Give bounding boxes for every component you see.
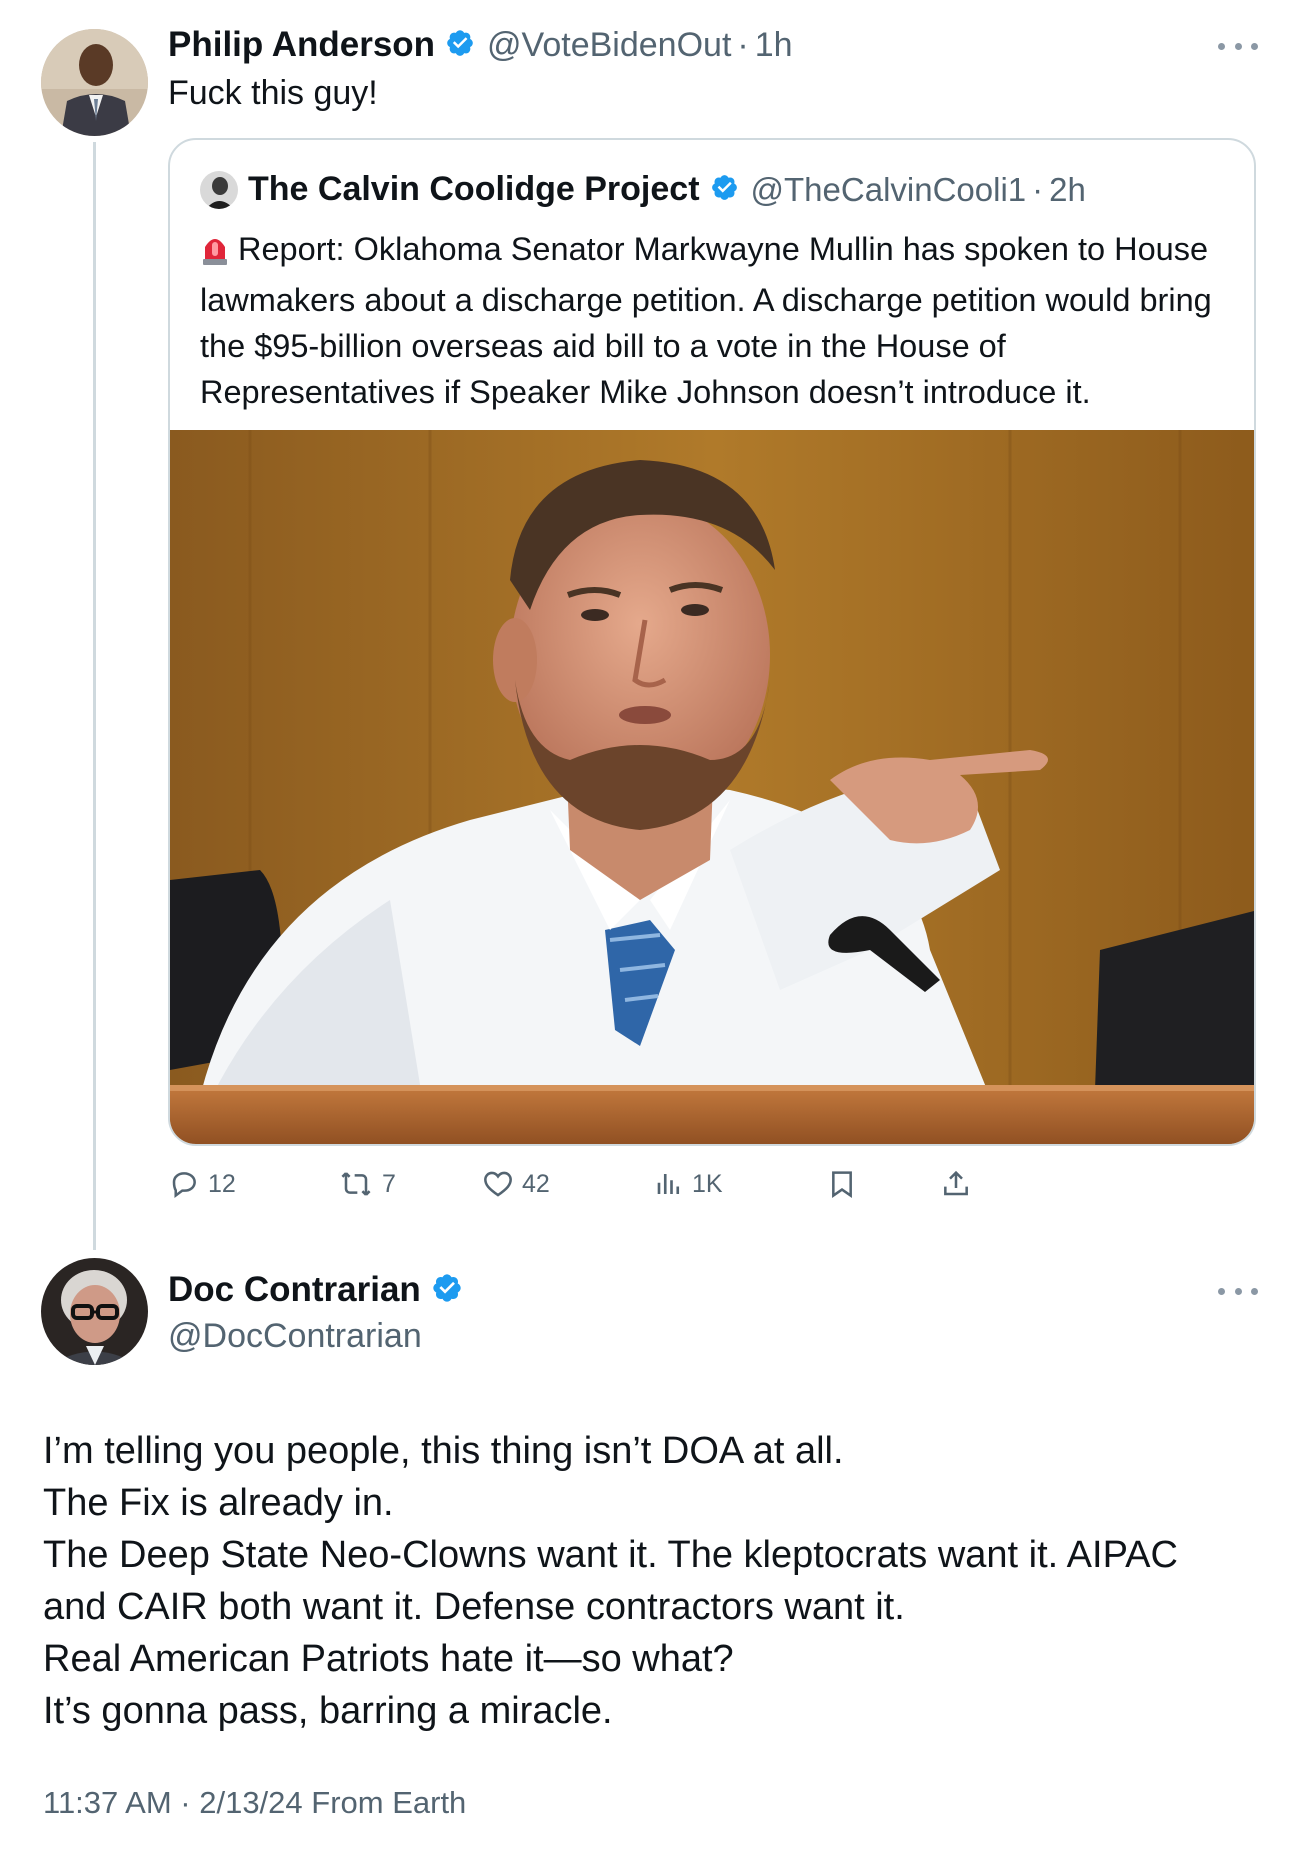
reply-text: Fuck this guy! (168, 74, 378, 112)
main-tweet-text: I’m telling you people, this thing isn’t… (43, 1425, 1243, 1737)
main-text-line: and CAIR both want it. Defense contracto… (43, 1586, 905, 1628)
quote-time[interactable]: 2h (1049, 171, 1086, 209)
separator-dot: · (1032, 170, 1044, 208)
like-button[interactable]: 42 (482, 1162, 550, 1206)
share-icon (944, 1170, 968, 1196)
reply-count: 12 (208, 1169, 236, 1198)
senator-photo[interactable] (170, 430, 1254, 1144)
verified-badge-icon (431, 1272, 463, 1309)
quote-text: Report: Oklahoma Senator Markwayne Mulli… (200, 231, 1212, 410)
bookmark-icon (832, 1171, 852, 1199)
main-author-handle[interactable]: @DocContrarian (168, 1317, 422, 1356)
reply-author-name[interactable]: Philip Anderson (168, 25, 435, 65)
bookmark-button[interactable] (826, 1162, 866, 1206)
reply-button[interactable]: 12 (168, 1162, 236, 1206)
tweet-action-bar: 12 7 42 1K (168, 1162, 1168, 1206)
views-button[interactable]: 1K (654, 1162, 723, 1206)
main-header: Doc Contrarian (168, 1267, 475, 1313)
repost-count: 7 (382, 1169, 396, 1198)
views-icon (657, 1174, 680, 1194)
like-count: 42 (522, 1169, 550, 1198)
main-text-line: I’m telling you people, this thing isn’t… (43, 1430, 844, 1472)
main-author-name[interactable]: Doc Contrarian (168, 1270, 421, 1310)
reply-time[interactable]: 1h (755, 26, 793, 65)
verified-badge-icon (445, 28, 475, 63)
share-button[interactable] (940, 1162, 980, 1206)
tweet-thread: Philip Anderson @VoteBidenOut · 1h Fuck … (0, 0, 1301, 1853)
quote-header: The Calvin Coolidge Project @TheCalvinCo… (200, 170, 1086, 209)
heart-icon (484, 1171, 512, 1197)
main-handle-row: @DocContrarian (168, 1314, 422, 1358)
more-icon[interactable] (1218, 36, 1258, 56)
reply-header: Philip Anderson @VoteBidenOut · 1h (168, 22, 793, 68)
main-text-line: The Fix is already in. (43, 1482, 394, 1524)
main-text-line: The Deep State Neo-Clowns want it. The k… (43, 1534, 1178, 1576)
quote-author-avatar[interactable] (200, 170, 238, 209)
reply-author-handle[interactable]: @VoteBidenOut (487, 26, 731, 65)
more-icon[interactable] (1218, 1281, 1258, 1301)
main-text-line: Real American Patriots hate it—so what? (43, 1638, 734, 1680)
repost-button[interactable]: 7 (338, 1162, 396, 1206)
separator-dot: · (737, 25, 749, 64)
main-author-avatar[interactable] (41, 1258, 148, 1365)
quote-text-block: Report: Oklahoma Senator Markwayne Mulli… (200, 226, 1230, 415)
tweet-timestamp[interactable]: 11:37 AM · 2/13/24 From Earth (43, 1785, 466, 1821)
views-count: 1K (692, 1169, 723, 1198)
main-text-line: It’s gonna pass, barring a miracle. (43, 1690, 613, 1732)
repost-icon (341, 1172, 371, 1196)
reply-author-avatar[interactable] (41, 29, 148, 136)
verified-badge-icon (710, 173, 739, 207)
siren-emoji-icon (200, 231, 230, 277)
quote-author-handle[interactable]: @TheCalvinCooli1 (751, 171, 1027, 209)
reply-icon (172, 1172, 196, 1198)
quoted-tweet-card[interactable]: The Calvin Coolidge Project @TheCalvinCo… (168, 138, 1256, 1146)
quote-author-name[interactable]: The Calvin Coolidge Project (248, 170, 700, 209)
thread-connector-line (93, 142, 96, 1250)
